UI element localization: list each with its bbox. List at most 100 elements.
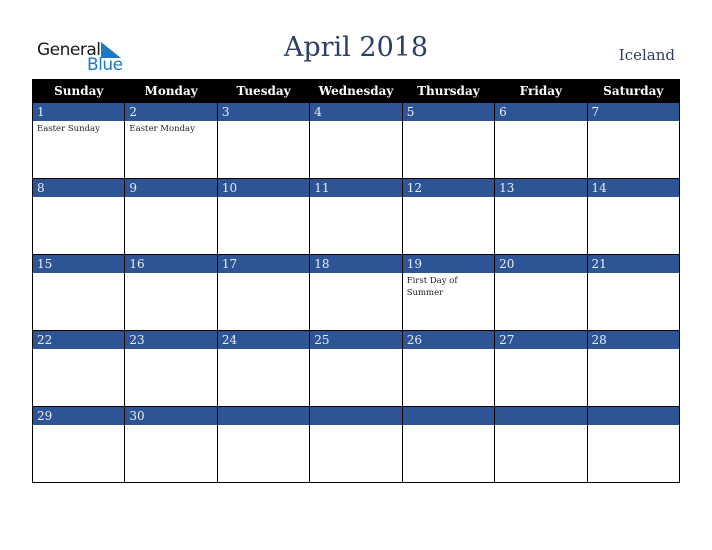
- day-number: 7: [587, 103, 679, 121]
- day-cell[interactable]: 29: [31, 406, 126, 483]
- day-cell[interactable]: 7: [586, 102, 681, 179]
- day-number: 26: [402, 331, 495, 349]
- calendar-grid: Sunday Monday Tuesday Wednesday Thursday…: [31, 79, 681, 483]
- holiday-event: [33, 349, 124, 353]
- week-row: 8 9 10 11 12 13 14: [31, 178, 681, 255]
- day-cell[interactable]: 8: [31, 178, 126, 255]
- holiday-event: First Day of Summer: [406, 276, 458, 298]
- holiday-event: [403, 349, 494, 353]
- weekday-header: Tuesday: [216, 79, 311, 103]
- day-number: 4: [310, 103, 402, 121]
- holiday-event: [403, 197, 494, 201]
- week-row: 15 16 17 18 19 First Day of Summer 20 21: [31, 254, 681, 331]
- day-cell[interactable]: 13: [494, 178, 588, 255]
- holiday-event: [495, 349, 586, 353]
- day-number: 13: [495, 179, 587, 197]
- day-number: [495, 407, 587, 425]
- day-cell[interactable]: 20: [494, 254, 588, 331]
- day-cell[interactable]: 1 Easter Sunday: [31, 102, 126, 179]
- holiday-event: [218, 273, 309, 277]
- day-number: 27: [495, 331, 587, 349]
- day-cell[interactable]: 15: [31, 254, 126, 331]
- day-number: 8: [33, 179, 125, 197]
- day-cell[interactable]: 2 Easter Monday: [124, 102, 218, 179]
- day-cell[interactable]: 6: [494, 102, 588, 179]
- weekday-header-row: Sunday Monday Tuesday Wednesday Thursday…: [31, 79, 681, 103]
- day-number: 29: [33, 407, 125, 425]
- week-row: 29 30: [31, 406, 681, 483]
- day-number: 6: [495, 103, 587, 121]
- day-cell[interactable]: 30: [124, 406, 218, 483]
- day-cell[interactable]: 12: [401, 178, 496, 255]
- holiday-event: [495, 197, 586, 201]
- day-cell[interactable]: 28: [586, 330, 681, 407]
- holiday-event: [310, 273, 401, 277]
- day-cell[interactable]: [216, 406, 311, 483]
- holiday-event: [33, 197, 124, 201]
- day-number: 5: [402, 103, 495, 121]
- day-cell[interactable]: [494, 406, 588, 483]
- day-cell[interactable]: 4: [309, 102, 403, 179]
- holiday-event: [588, 425, 679, 429]
- holiday-event: [588, 121, 679, 125]
- week-row: 22 23 24 25 26 27 28: [31, 330, 681, 407]
- day-cell[interactable]: 17: [216, 254, 311, 331]
- day-number: 28: [587, 331, 679, 349]
- holiday-event: [310, 425, 401, 429]
- day-cell[interactable]: 21: [586, 254, 681, 331]
- day-cell[interactable]: 5: [401, 102, 496, 179]
- day-cell[interactable]: [401, 406, 496, 483]
- holiday-event: [310, 197, 401, 201]
- day-number: 20: [495, 255, 587, 273]
- day-cell[interactable]: 9: [124, 178, 218, 255]
- day-cell[interactable]: 25: [309, 330, 403, 407]
- holiday-event: [125, 197, 216, 201]
- holiday-event: [125, 425, 216, 429]
- day-cell[interactable]: 19 First Day of Summer: [401, 254, 496, 331]
- country-label: Iceland: [618, 46, 675, 64]
- day-number: 10: [217, 179, 310, 197]
- weekday-header: Thursday: [401, 79, 496, 103]
- holiday-event: Easter Sunday: [37, 124, 100, 134]
- day-cell[interactable]: 14: [586, 178, 681, 255]
- holiday-event: [310, 121, 401, 125]
- day-number: 1: [33, 103, 125, 121]
- weekday-header: Wednesday: [309, 79, 403, 103]
- day-number: 17: [217, 255, 310, 273]
- day-number: 3: [217, 103, 310, 121]
- day-number: [402, 407, 495, 425]
- weekday-header: Sunday: [31, 79, 126, 103]
- holiday-event: [33, 273, 124, 277]
- day-number: 16: [125, 255, 217, 273]
- holiday-event: [403, 121, 494, 125]
- day-number: 23: [125, 331, 217, 349]
- day-cell[interactable]: 27: [494, 330, 588, 407]
- day-cell[interactable]: 3: [216, 102, 311, 179]
- holiday-event: [218, 425, 309, 429]
- day-cell[interactable]: 11: [309, 178, 403, 255]
- day-number: [217, 407, 310, 425]
- day-cell[interactable]: 18: [309, 254, 403, 331]
- holiday-event: [218, 197, 309, 201]
- day-number: 18: [310, 255, 402, 273]
- day-cell[interactable]: 22: [31, 330, 126, 407]
- day-cell[interactable]: 24: [216, 330, 311, 407]
- page-title: April 2018: [283, 32, 429, 63]
- day-cell[interactable]: 16: [124, 254, 218, 331]
- week-row: 1 Easter Sunday 2 Easter Monday 3 4 5 6 7: [31, 102, 681, 179]
- weekday-header: Monday: [124, 79, 218, 103]
- holiday-event: [218, 121, 309, 125]
- day-cell[interactable]: 10: [216, 178, 311, 255]
- holiday-event: [495, 273, 586, 277]
- day-cell[interactable]: [586, 406, 681, 483]
- day-number: [310, 407, 402, 425]
- day-number: [587, 407, 679, 425]
- holiday-event: [588, 349, 679, 353]
- weekday-header: Saturday: [586, 79, 681, 103]
- holiday-event: [495, 121, 586, 125]
- day-cell[interactable]: [309, 406, 403, 483]
- day-cell[interactable]: 23: [124, 330, 218, 407]
- day-number: 19: [402, 255, 495, 273]
- day-number: 2: [125, 103, 217, 121]
- day-cell[interactable]: 26: [401, 330, 496, 407]
